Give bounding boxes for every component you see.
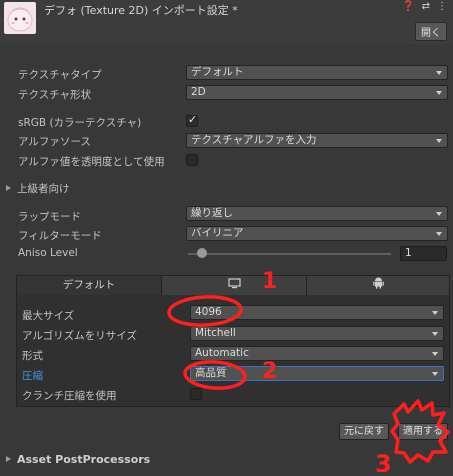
- max-size-value: 4096: [195, 306, 222, 318]
- chevron-down-icon: [432, 332, 438, 336]
- max-size-dropdown[interactable]: 4096: [190, 305, 444, 320]
- texture-shape-label: テクスチャ形状: [18, 89, 92, 101]
- revert-button[interactable]: 元に戻す: [339, 423, 389, 440]
- wrap-mode-label: ラップモード: [18, 211, 81, 223]
- aniso-level-label: Aniso Level: [18, 247, 78, 259]
- compression-label: 圧縮: [22, 370, 43, 382]
- more-icon[interactable]: ⋮: [437, 1, 447, 12]
- texture-shape-dropdown[interactable]: 2D: [186, 85, 448, 100]
- asset-postprocessors-label: Asset PostProcessors: [17, 453, 151, 466]
- chevron-down-icon: [432, 372, 438, 376]
- wrap-mode-dropdown[interactable]: 繰り返し: [186, 206, 448, 221]
- chevron-down-icon: [432, 352, 438, 356]
- tab-standalone[interactable]: [162, 276, 307, 295]
- android-icon: [372, 277, 384, 289]
- filter-mode-label: フィルターモード: [18, 230, 102, 242]
- help-icon[interactable]: ❓: [402, 1, 414, 12]
- open-button[interactable]: 開く: [415, 22, 447, 41]
- foldout-arrow-icon: [6, 185, 11, 191]
- alpha-source-value: テクスチャアルファを入力: [191, 134, 317, 146]
- wrap-mode-value: 繰り返し: [191, 207, 233, 219]
- advanced-foldout[interactable]: 上級者向け: [6, 181, 70, 196]
- platform-tabs: デフォルト: [17, 276, 449, 295]
- srgb-label: sRGB (カラーテクスチャ): [18, 117, 142, 129]
- chevron-down-icon: [436, 232, 442, 236]
- texture-type-dropdown[interactable]: デフォルト: [186, 65, 448, 80]
- apply-button[interactable]: 適用する: [398, 423, 448, 440]
- filter-mode-value: バイリニア: [191, 227, 244, 239]
- texture-type-label: テクスチャタイプ: [18, 69, 102, 81]
- asset-postprocessors-foldout[interactable]: Asset PostProcessors: [6, 453, 150, 466]
- compression-dropdown[interactable]: 高品質: [190, 366, 444, 381]
- max-size-label: 最大サイズ: [22, 310, 75, 322]
- monitor-icon: [227, 278, 241, 289]
- crunch-compression-label: クランチ圧縮を使用: [22, 390, 117, 402]
- chevron-down-icon: [432, 311, 438, 315]
- filter-mode-dropdown[interactable]: バイリニア: [186, 226, 448, 241]
- texture-type-value: デフォルト: [191, 66, 244, 78]
- resize-algorithm-dropdown[interactable]: Mitchell: [190, 326, 444, 341]
- header-icons: ❓ ⇄ ⋮: [402, 1, 447, 12]
- resize-algorithm-value: Mitchell: [195, 327, 236, 339]
- format-value: Automatic: [195, 347, 249, 359]
- tab-default-label: デフォルト: [62, 279, 116, 291]
- advanced-label: 上級者向け: [17, 183, 70, 195]
- inspector-title: デフォ (Texture 2D) インポート設定 *: [44, 4, 238, 17]
- srgb-checkbox[interactable]: [186, 113, 198, 127]
- format-label: 形式: [22, 350, 43, 362]
- aniso-slider-handle[interactable]: [197, 248, 207, 258]
- alpha-transparency-checkbox[interactable]: [186, 154, 198, 166]
- resize-algorithm-label: アルゴリズムをリサイズ: [22, 330, 137, 342]
- aniso-slider-track[interactable]: [188, 253, 391, 255]
- tab-android[interactable]: [307, 276, 449, 295]
- annotation-number-3: 3: [375, 450, 392, 476]
- crunch-compression-checkbox[interactable]: [190, 388, 202, 400]
- preset-icon[interactable]: ⇄: [422, 1, 430, 12]
- tab-default[interactable]: デフォルト: [17, 276, 162, 295]
- format-dropdown[interactable]: Automatic: [190, 346, 444, 361]
- chevron-down-icon: [436, 212, 442, 216]
- alpha-source-label: アルファソース: [18, 136, 91, 148]
- foldout-arrow-icon: [6, 456, 11, 462]
- chevron-down-icon: [436, 91, 442, 95]
- texture-shape-value: 2D: [191, 86, 206, 98]
- compression-value: 高品質: [195, 367, 227, 379]
- alpha-source-dropdown[interactable]: テクスチャアルファを入力: [186, 133, 448, 148]
- aniso-level-field[interactable]: 1: [400, 246, 447, 261]
- alpha-transparency-label: アルファ値を透明度として使用: [18, 156, 165, 168]
- chevron-down-icon: [436, 139, 442, 143]
- chevron-down-icon: [436, 71, 442, 75]
- texture-thumbnail: [4, 2, 36, 34]
